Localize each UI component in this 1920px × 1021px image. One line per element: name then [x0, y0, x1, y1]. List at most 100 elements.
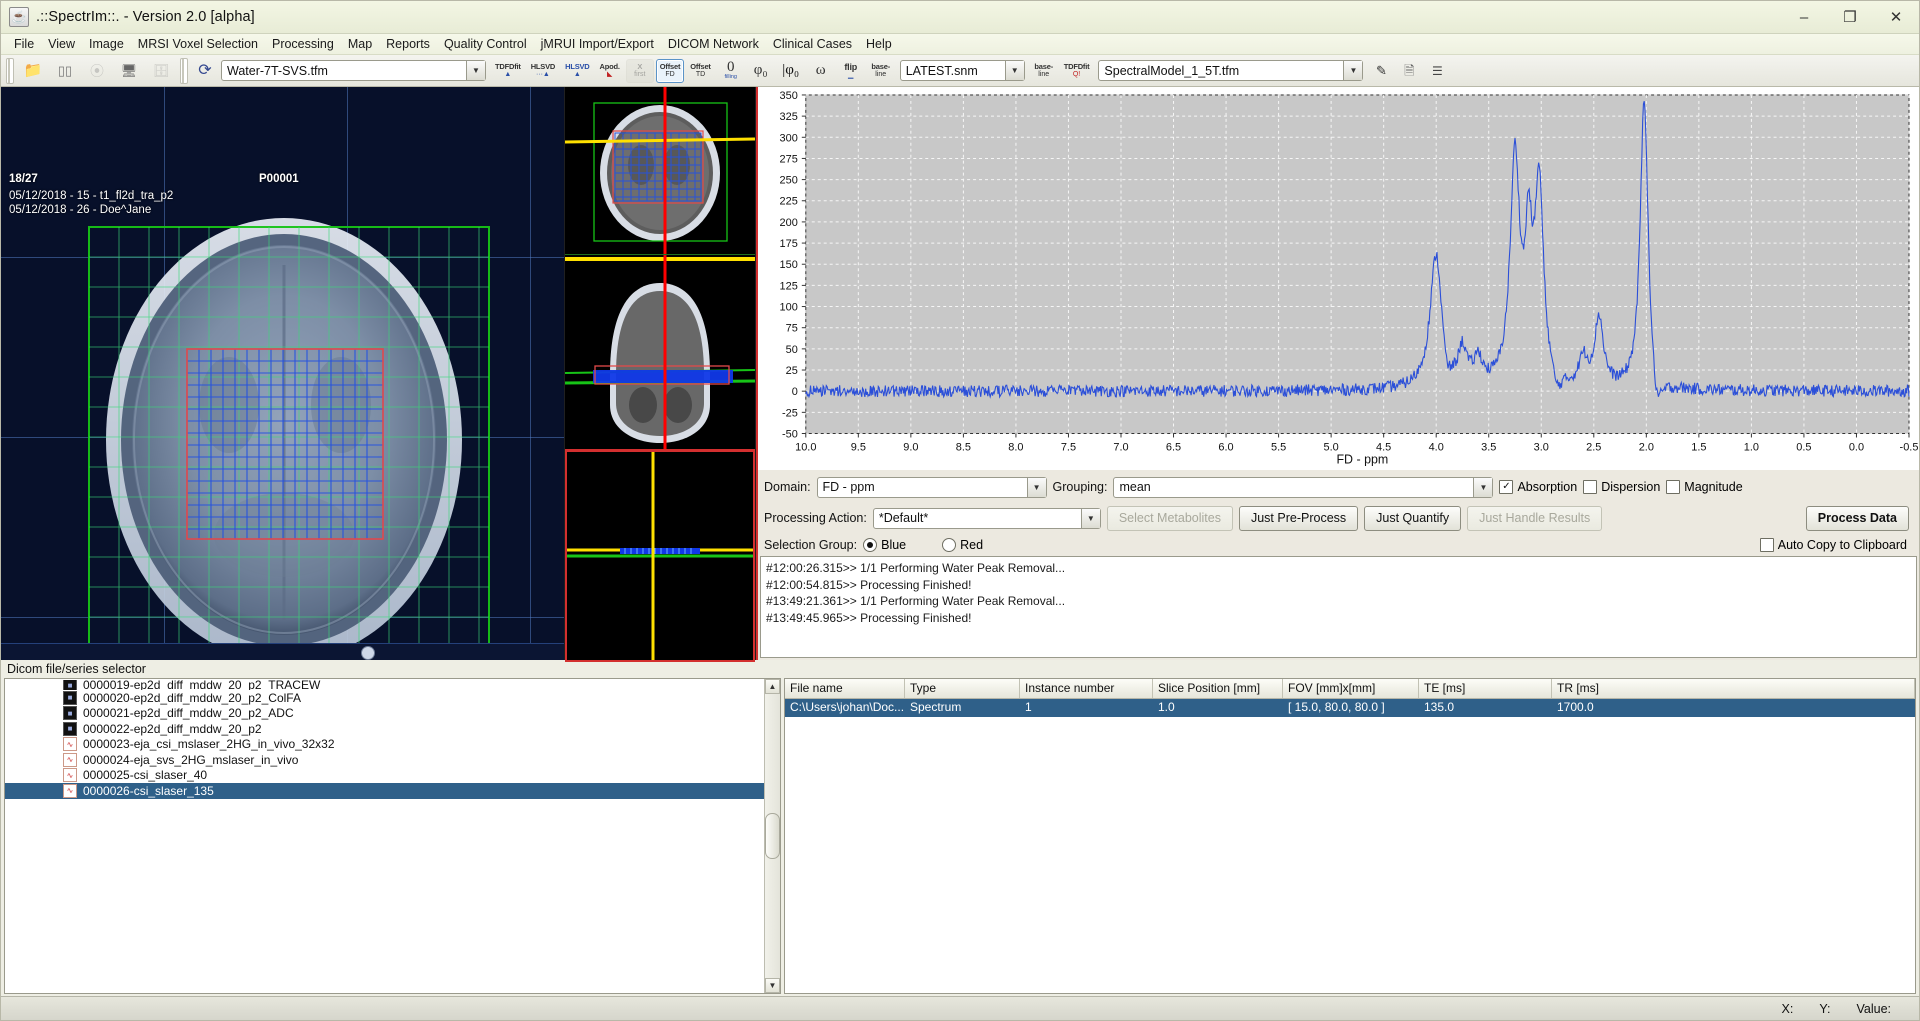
spiral-tool-icon[interactable]: ⦿: [82, 59, 112, 83]
selection-red-radio[interactable]: Red: [942, 537, 983, 552]
apodization-button[interactable]: Apod. ◣: [596, 59, 624, 83]
menu-mrsi-voxel-selection[interactable]: MRSI Voxel Selection: [131, 35, 265, 53]
tdfdfit-q-button[interactable]: TDFDfit Q!: [1060, 59, 1094, 83]
series-list-scrollbar[interactable]: ▲ ▼: [764, 679, 780, 993]
snm-file-combo[interactable]: LATEST.snm ▼: [899, 60, 1025, 81]
toolbar-grip-2[interactable]: [180, 57, 188, 84]
menu-clinical-cases[interactable]: Clinical Cases: [766, 35, 859, 53]
hlsvd-button[interactable]: HLSVD ▲: [561, 59, 593, 83]
processing-action-combo[interactable]: *Default* ▼: [872, 507, 1101, 529]
x-first-button[interactable]: X first: [625, 58, 654, 83]
just-handle-results-button[interactable]: Just Handle Results: [1467, 505, 1603, 531]
refresh-arrow-icon[interactable]: ⟳: [192, 59, 218, 83]
hlsvd-up-button[interactable]: HLSVD ···▲: [527, 59, 559, 83]
offset-td-button[interactable]: Offset TD: [686, 59, 714, 83]
export-to-computer-icon[interactable]: 🖥: [114, 59, 144, 83]
chevron-down-icon[interactable]: ▼: [466, 61, 485, 80]
column-header-fov[interactable]: FOV [mm]x[mm]: [1283, 679, 1419, 698]
chevron-down-icon[interactable]: ▼: [1080, 508, 1100, 528]
table-row[interactable]: C:\Users\johan\Doc... Spectrum 1 1.0 [ 1…: [785, 699, 1915, 717]
column-header-te[interactable]: TE [ms]: [1419, 679, 1552, 698]
scroll-up-icon[interactable]: ▲: [765, 679, 780, 694]
list-item[interactable]: ■ 0000020-ep2d_diff_mddw_20_p2_ColFA: [5, 690, 764, 706]
column-header-tr[interactable]: TR [ms]: [1552, 679, 1915, 698]
spectrum-chart[interactable]: 350 325 300 275 250 225 200 175 150 125 100 75 50 25 0…: [758, 87, 1919, 470]
title-bar: ☕ .::SpectrIm::. - Version 2.0 [alpha] –…: [1, 1, 1919, 34]
process-data-button[interactable]: Process Data: [1805, 505, 1909, 531]
column-header-type[interactable]: Type: [905, 679, 1020, 698]
magnitude-checkbox[interactable]: Magnitude: [1666, 480, 1743, 494]
scrollbar-thumb[interactable]: [765, 813, 780, 859]
menu-image[interactable]: Image: [82, 35, 131, 53]
select-metabolites-button[interactable]: Select Metabolites: [1106, 505, 1233, 531]
menu-bar: File View Image MRSI Voxel Selection Pro…: [1, 34, 1919, 55]
flip-label: flip: [844, 61, 858, 72]
list-settings-button[interactable]: ☰: [1424, 59, 1450, 83]
just-quantify-button[interactable]: Just Quantify: [1364, 505, 1462, 531]
close-button[interactable]: ✕: [1873, 1, 1919, 34]
series-list-panel[interactable]: ■ 0000019-ep2d_diff_mddw_20_p2_TRACEW ■ …: [4, 678, 781, 994]
list-item[interactable]: ∿ 0000023-eja_csi_mslaser_2HG_in_vivo_32…: [5, 737, 764, 753]
menu-jmrui-import-export[interactable]: jMRUI Import/Export: [534, 35, 661, 53]
tdfdfit-button[interactable]: TDFDfit ▲: [491, 59, 525, 83]
auto-copy-clipboard-checkbox[interactable]: Auto Copy to Clipboard: [1759, 537, 1907, 552]
toolbar-grip-1[interactable]: [6, 57, 14, 84]
split-view-two-icon[interactable]: ▯▯: [50, 59, 80, 83]
chevron-down-icon[interactable]: ▼: [1343, 61, 1363, 80]
menu-dicom-network[interactable]: DICOM Network: [661, 35, 766, 53]
omega-button[interactable]: ω: [807, 59, 835, 83]
chevron-down-icon[interactable]: ▼: [1026, 477, 1046, 497]
just-pre-process-button[interactable]: Just Pre-Process: [1238, 505, 1359, 531]
list-item[interactable]: ∿ 0000025-csi_slaser_40: [5, 768, 764, 784]
column-header-instance-number[interactable]: Instance number: [1020, 679, 1153, 698]
column-header-slice-position[interactable]: Slice Position [mm]: [1153, 679, 1283, 698]
list-item[interactable]: ■ 0000022-ep2d_diff_mddw_20_p2: [5, 721, 764, 737]
menu-reports[interactable]: Reports: [379, 35, 437, 53]
menu-view[interactable]: View: [41, 35, 82, 53]
transform-file-combo[interactable]: Water-7T-SVS.tfm ▼: [221, 60, 486, 81]
flip-button[interactable]: flip ▁: [837, 59, 865, 83]
grouping-combo[interactable]: mean ▼: [1113, 476, 1494, 498]
slice-slider[interactable]: [1, 643, 564, 660]
phase0-button[interactable]: φ₀: [747, 59, 775, 83]
scroll-down-icon[interactable]: ▼: [765, 978, 780, 993]
chart-x-axis-label: FD - ppm: [1336, 452, 1388, 466]
slice-slider-knob[interactable]: [361, 646, 375, 660]
open-dicom-folder-icon[interactable]: 📁: [18, 59, 48, 83]
axial-thumb-view[interactable]: [565, 87, 755, 255]
baseline-button[interactable]: base- line: [867, 59, 895, 83]
list-item[interactable]: ■ 0000019-ep2d_diff_mddw_20_p2_TRACEW: [5, 680, 764, 690]
chevron-down-icon[interactable]: ▼: [1004, 61, 1024, 80]
export-archive-icon[interactable]: 🗄: [146, 59, 176, 83]
menu-help[interactable]: Help: [859, 35, 899, 53]
menu-map[interactable]: Map: [341, 35, 379, 53]
coronal-thumb-view[interactable]: [565, 255, 755, 450]
absorption-checkbox[interactable]: ✓ Absorption: [1499, 480, 1577, 494]
phase1-button[interactable]: |φ₀: [777, 59, 805, 83]
menu-quality-control[interactable]: Quality Control: [437, 35, 534, 53]
maximize-button[interactable]: ❐: [1827, 1, 1873, 34]
list-item-selected[interactable]: ∿ 0000026-csi_slaser_135: [5, 783, 764, 799]
menu-processing[interactable]: Processing: [265, 35, 341, 53]
sagittal-thumb-view[interactable]: [565, 450, 755, 662]
edit-model-button[interactable]: ✎: [1368, 59, 1394, 83]
column-header-file-name[interactable]: File name: [785, 679, 905, 698]
spectral-model-combo[interactable]: SpectralModel_1_5T.tfm ▼: [1098, 60, 1364, 81]
log-line: #13:49:45.965>> Processing Finished!: [766, 610, 972, 625]
menu-file[interactable]: File: [7, 35, 41, 53]
axial-image-viewer[interactable]: 18/27 P00001 05/12/2018 - 15 - t1_fl2d_t…: [1, 87, 565, 660]
offset-fd-button[interactable]: Offset FD: [655, 58, 685, 83]
list-item[interactable]: ■ 0000021-ep2d_diff_mddw_20_p2_ADC: [5, 706, 764, 722]
list-item[interactable]: ∿ 0000024-eja_svs_2HG_mslaser_in_vivo: [5, 752, 764, 768]
filling-button[interactable]: 0 filling: [717, 59, 745, 83]
processing-log[interactable]: #12:00:26.315>> 1/1 Performing Water Pea…: [760, 556, 1917, 658]
dicom-metadata-table[interactable]: File name Type Instance number Slice Pos…: [784, 678, 1916, 994]
new-document-button[interactable]: 🗎: [1396, 59, 1422, 83]
baseline2-button[interactable]: base- line: [1030, 59, 1058, 83]
dispersion-checkbox[interactable]: Dispersion: [1583, 480, 1660, 494]
minimize-button[interactable]: –: [1781, 1, 1827, 34]
series-list[interactable]: ■ 0000019-ep2d_diff_mddw_20_p2_TRACEW ■ …: [5, 679, 764, 993]
domain-combo[interactable]: FD - ppm ▼: [816, 476, 1047, 498]
selection-blue-radio[interactable]: Blue: [863, 537, 906, 552]
chevron-down-icon[interactable]: ▼: [1473, 477, 1493, 497]
